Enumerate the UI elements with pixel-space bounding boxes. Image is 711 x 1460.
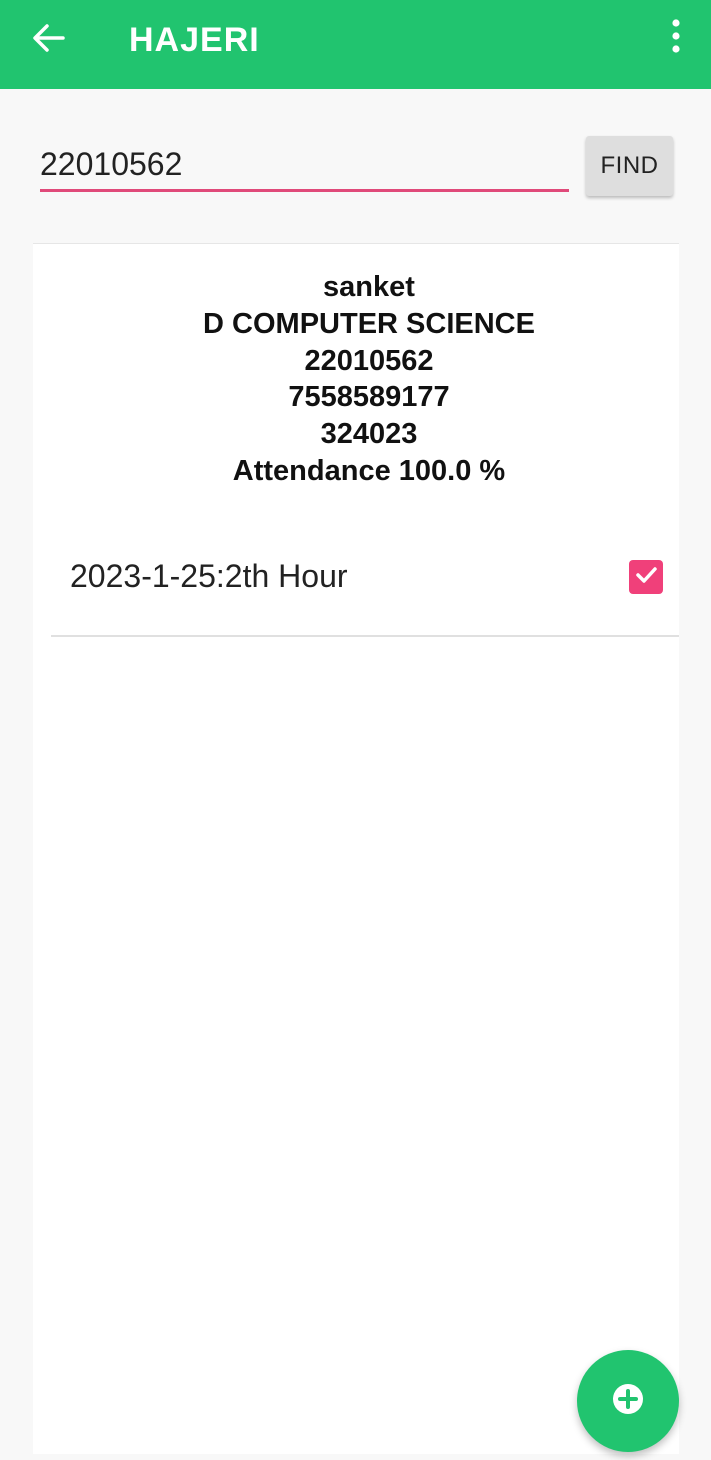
more-vert-icon — [671, 18, 681, 58]
find-button[interactable]: FIND — [586, 136, 673, 196]
back-button[interactable] — [26, 20, 70, 60]
add-fab-button[interactable] — [577, 1350, 679, 1452]
student-attendance: Attendance 100.0 % — [232, 454, 506, 487]
student-phone: 7558589177 — [288, 381, 450, 414]
enrollment-search-input[interactable] — [40, 140, 569, 192]
student-name: sanket — [323, 271, 415, 303]
add-circle-icon — [611, 1382, 645, 1421]
session-checkbox[interactable] — [629, 560, 663, 594]
list-item[interactable]: 2023-1-25:2th Hour — [51, 536, 679, 637]
session-label: 2023-1-25:2th Hour — [70, 558, 348, 594]
student-card: sanket D COMPUTER SCIENCE 22010562 75585… — [33, 243, 679, 1454]
app-bar: HAJERI — [0, 0, 711, 89]
student-department: D COMPUTER SCIENCE — [203, 307, 535, 340]
student-info: sanket D COMPUTER SCIENCE 22010562 75585… — [33, 269, 705, 490]
student-enrollment-number: 22010562 — [304, 344, 434, 377]
student-code: 324023 — [320, 418, 418, 451]
arrow-left-icon — [31, 23, 65, 58]
check-icon — [633, 562, 659, 593]
overflow-menu-button[interactable] — [661, 18, 691, 58]
page-title: HAJERI — [129, 21, 260, 59]
